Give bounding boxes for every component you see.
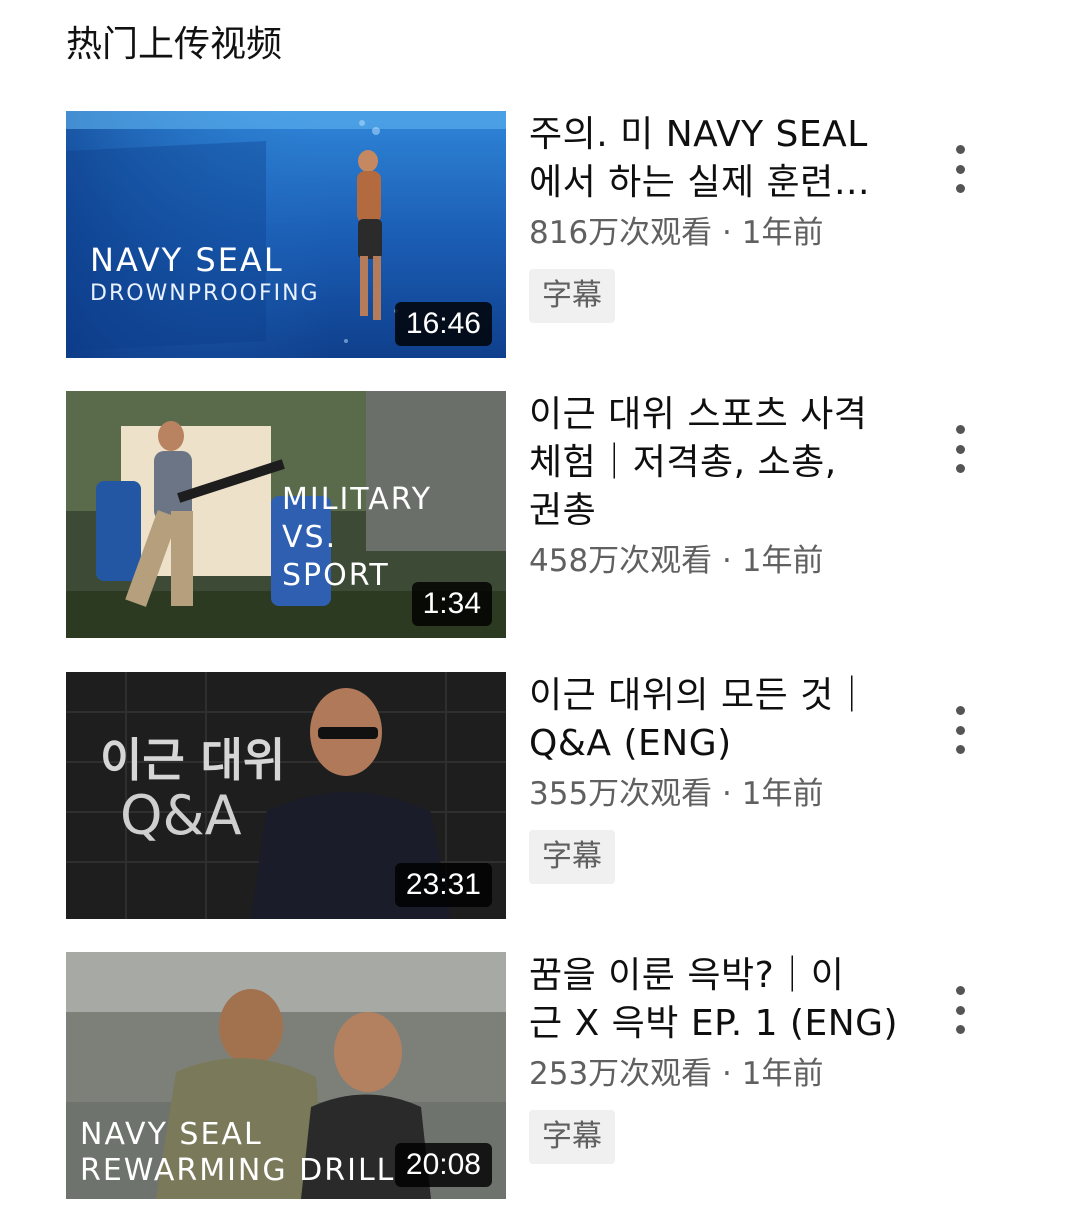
thumbnail-caption-line1: NAVY SEAL <box>80 1117 263 1152</box>
video-stats: 355万次观看 · 1年前 <box>529 776 824 812</box>
thumbnail-caption: MILITARY VS. SPORT <box>282 481 432 595</box>
video-title-line: 에서 하는 실제 훈련… <box>529 162 871 203</box>
subtitle-badge: 字幕 <box>529 1110 615 1164</box>
subtitle-badge: 字幕 <box>529 269 615 323</box>
more-vert-icon <box>955 145 965 154</box>
more-options-button[interactable] <box>938 139 982 199</box>
video-meta: 이근 대위 스포츠 사격 체험｜저격총, 소총, 권총 458万次观看 · 1年… <box>529 391 909 583</box>
video-thumbnail[interactable]: 이근 대위 Q&A 23:31 <box>66 672 506 919</box>
more-vert-icon-dot <box>955 184 965 193</box>
video-list: NAVY SEAL DROWNPROOFING 16:46 주의. 미 NAVY… <box>0 0 1080 1215</box>
video-thumbnail[interactable]: MILITARY VS. SPORT 1:34 <box>66 391 506 638</box>
video-title-line: 꿈을 이룬 윽박?｜이 <box>529 955 845 996</box>
video-item[interactable]: NAVY SEAL REWARMING DRILL 20:08 꿈을 이룬 윽박… <box>0 952 1080 1202</box>
thumbnail-caption-line2: DROWNPROOFING <box>90 281 320 306</box>
thumbnail-caption-line2: Q&A <box>120 784 242 847</box>
video-title-line: Q&A (ENG) <box>529 723 732 764</box>
video-meta: 주의. 미 NAVY SEAL 에서 하는 실제 훈련… 816万次观看 · 1… <box>529 111 909 323</box>
video-meta: 꿈을 이룬 윽박?｜이 근 X 윽박 EP. 1 (ENG) 253万次观看 ·… <box>529 952 909 1164</box>
video-thumbnail[interactable]: NAVY SEAL DROWNPROOFING 16:46 <box>66 111 506 358</box>
thumbnail-caption-line3: SPORT <box>282 558 390 593</box>
duration-badge: 1:34 <box>411 582 492 626</box>
thumbnail-caption-line2: REWARMING DRILL <box>80 1153 396 1188</box>
video-title[interactable]: 이근 대위 스포츠 사격 체험｜저격총, 소총, 권총 <box>529 391 909 535</box>
more-vert-icon-dot <box>955 1005 965 1015</box>
more-options-button[interactable] <box>938 980 982 1040</box>
video-item[interactable]: MILITARY VS. SPORT 1:34 이근 대위 스포츠 사격 체험｜… <box>0 391 1080 641</box>
more-vert-icon-dot <box>955 164 965 174</box>
thumbnail-caption: NAVY SEAL REWARMING DRILL <box>80 1117 395 1189</box>
more-vert-icon <box>955 425 965 434</box>
video-title[interactable]: 꿈을 이룬 윽박?｜이 근 X 윽박 EP. 1 (ENG) <box>529 952 909 1048</box>
more-vert-icon <box>955 986 965 995</box>
video-title-line: 권총 <box>529 490 597 531</box>
video-title-line: 근 X 윽박 EP. 1 (ENG) <box>529 1003 899 1044</box>
thumbnail-caption-line1: MILITARY <box>282 482 433 517</box>
video-item[interactable]: NAVY SEAL DROWNPROOFING 16:46 주의. 미 NAVY… <box>0 111 1080 361</box>
more-vert-icon-dot <box>955 444 965 454</box>
more-vert-icon-dot <box>955 725 965 735</box>
video-stats: 458万次观看 · 1年前 <box>529 543 824 579</box>
video-title[interactable]: 이근 대위의 모든 것｜ Q&A (ENG) <box>529 672 909 768</box>
video-title-line: 이근 대위의 모든 것｜ <box>529 675 871 716</box>
video-title-line: 이근 대위 스포츠 사격 <box>529 394 868 435</box>
more-options-button[interactable] <box>938 419 982 479</box>
duration-badge: 16:46 <box>394 302 492 346</box>
more-vert-icon-dot <box>955 1025 965 1034</box>
more-options-button[interactable] <box>938 700 982 760</box>
more-vert-icon-dot <box>955 464 965 473</box>
video-thumbnail[interactable]: NAVY SEAL REWARMING DRILL 20:08 <box>66 952 506 1199</box>
thumbnail-caption-line1: NAVY SEAL <box>90 241 284 279</box>
video-title[interactable]: 주의. 미 NAVY SEAL 에서 하는 실제 훈련… <box>529 111 909 207</box>
video-title-line: 주의. 미 NAVY SEAL <box>529 114 868 155</box>
thumbnail-caption-line2: VS. <box>282 520 338 555</box>
more-vert-icon-dot <box>955 745 965 754</box>
video-stats: 816万次观看 · 1年前 <box>529 215 824 251</box>
thumbnail-caption-line1: 이근 대위 <box>100 733 286 787</box>
video-stats: 253万次观看 · 1年前 <box>529 1056 824 1092</box>
more-vert-icon <box>955 706 965 715</box>
duration-badge: 23:31 <box>394 863 492 907</box>
duration-badge: 20:08 <box>394 1143 492 1187</box>
subtitle-badge: 字幕 <box>529 830 615 884</box>
video-meta: 이근 대위의 모든 것｜ Q&A (ENG) 355万次观看 · 1年前 字幕 <box>529 672 909 884</box>
video-item[interactable]: 이근 대위 Q&A 23:31 이근 대위의 모든 것｜ Q&A (ENG) 3… <box>0 672 1080 922</box>
video-title-line: 체험｜저격총, 소총, <box>529 442 837 483</box>
